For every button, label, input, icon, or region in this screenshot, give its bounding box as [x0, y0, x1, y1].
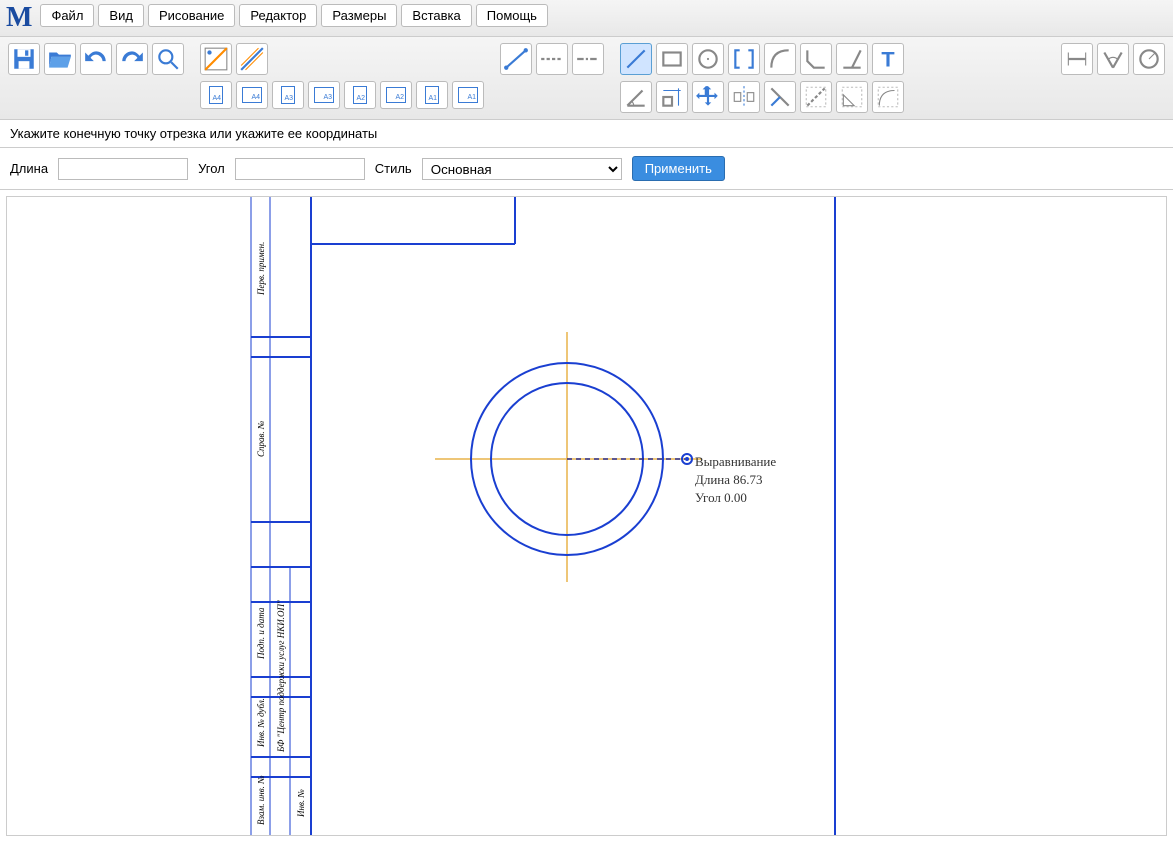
- menu-drawing[interactable]: Рисование: [148, 4, 235, 27]
- tool-trim-icon[interactable]: [764, 81, 796, 113]
- dim-linear-icon[interactable]: [1061, 43, 1093, 75]
- hatch2-icon[interactable]: [236, 43, 268, 75]
- redo-icon[interactable]: [116, 43, 148, 75]
- paper-a4-portrait[interactable]: A4: [200, 81, 232, 109]
- paper-a3-portrait[interactable]: A3: [272, 81, 304, 109]
- titleblock-col2-c: Взам. инв. №: [256, 775, 266, 825]
- menu-view[interactable]: Вид: [98, 4, 144, 27]
- tooltip-angle: Угол 0.00: [695, 489, 776, 507]
- angle-input[interactable]: [235, 158, 365, 180]
- app-logo: M: [6, 4, 32, 32]
- tool-extend-icon[interactable]: [800, 81, 832, 113]
- titleblock-col2-a: Подп. и дата: [256, 607, 266, 660]
- tool-fillet-icon[interactable]: [836, 81, 868, 113]
- apply-button[interactable]: Применить: [632, 156, 725, 181]
- line-solid-icon[interactable]: [500, 43, 532, 75]
- tool-angle-icon[interactable]: [620, 81, 652, 113]
- drawing-canvas[interactable]: Перв. примен. Справ. № Подп. и дата Инв.…: [6, 196, 1167, 836]
- titleblock-col1-mid: Справ. №: [256, 421, 266, 457]
- paper-a1-landscape[interactable]: A1: [452, 81, 484, 109]
- paper-a3-landscape[interactable]: A3: [308, 81, 340, 109]
- style-label: Стиль: [375, 161, 412, 176]
- drawing-svg: Перв. примен. Справ. № Подп. и дата Инв.…: [7, 197, 1167, 836]
- tooltip-alignment: Выравнивание: [695, 453, 776, 471]
- menu-dimensions[interactable]: Размеры: [321, 4, 397, 27]
- dim-angle-icon[interactable]: [1097, 43, 1129, 75]
- status-bar: Укажите конечную точку отрезка или укажи…: [0, 120, 1173, 148]
- hatch1-icon[interactable]: [200, 43, 232, 75]
- menu-bar: M Файл Вид Рисование Редактор Размеры Вс…: [0, 0, 1173, 37]
- length-input[interactable]: [58, 158, 188, 180]
- toolbar-area: A4 A4 A3 A3 A2 A2 A1 A1: [0, 37, 1173, 120]
- tooltip-length: Длина 86.73: [695, 471, 776, 489]
- menu-help[interactable]: Помощь: [476, 4, 548, 27]
- menu-editor[interactable]: Редактор: [239, 4, 317, 27]
- style-select[interactable]: Основная: [422, 158, 622, 180]
- titleblock-col3: БФ "Центр поддержки услуг НКИ.ОП": [276, 600, 286, 753]
- line-dashed-icon[interactable]: [536, 43, 568, 75]
- dim-radius-icon[interactable]: [1133, 43, 1165, 75]
- titleblock-col2-b: Инв. № дубл.: [256, 698, 266, 748]
- undo-icon[interactable]: [80, 43, 112, 75]
- search-icon[interactable]: [152, 43, 184, 75]
- svg-text:T: T: [881, 47, 894, 72]
- tool-align-icon[interactable]: [656, 81, 688, 113]
- tool-line-icon[interactable]: [620, 43, 652, 75]
- input-bar: Длина Угол Стиль Основная Применить: [0, 148, 1173, 190]
- length-label: Длина: [10, 161, 48, 176]
- titleblock-col1-top: Перв. примен.: [256, 242, 266, 296]
- save-icon[interactable]: [8, 43, 40, 75]
- paper-a2-landscape[interactable]: A2: [380, 81, 412, 109]
- paper-a2-portrait[interactable]: A2: [344, 81, 376, 109]
- tool-circle-icon[interactable]: [692, 43, 724, 75]
- tool-perp-icon[interactable]: [836, 43, 868, 75]
- open-icon[interactable]: [44, 43, 76, 75]
- tool-chamfer-icon[interactable]: [800, 43, 832, 75]
- tool-text-icon[interactable]: T: [872, 43, 904, 75]
- tool-mirror-v-icon[interactable]: [728, 81, 760, 113]
- menu-file[interactable]: Файл: [40, 4, 94, 27]
- tool-rect-icon[interactable]: [656, 43, 688, 75]
- titleblock-col4: Инв. №: [296, 789, 306, 818]
- paper-a4-landscape[interactable]: A4: [236, 81, 268, 109]
- tool-bracket-icon[interactable]: [728, 43, 760, 75]
- line-center-icon[interactable]: [572, 43, 604, 75]
- menu-insert[interactable]: Вставка: [401, 4, 471, 27]
- tool-arc-icon[interactable]: [764, 43, 796, 75]
- tool-move-icon[interactable]: [692, 81, 724, 113]
- tool-fillet-arc-icon[interactable]: [872, 81, 904, 113]
- angle-label: Угол: [198, 161, 225, 176]
- paper-a1-portrait[interactable]: A1: [416, 81, 448, 109]
- cursor-tooltip: Выравнивание Длина 86.73 Угол 0.00: [695, 453, 776, 508]
- status-text: Укажите конечную точку отрезка или укажи…: [10, 126, 377, 141]
